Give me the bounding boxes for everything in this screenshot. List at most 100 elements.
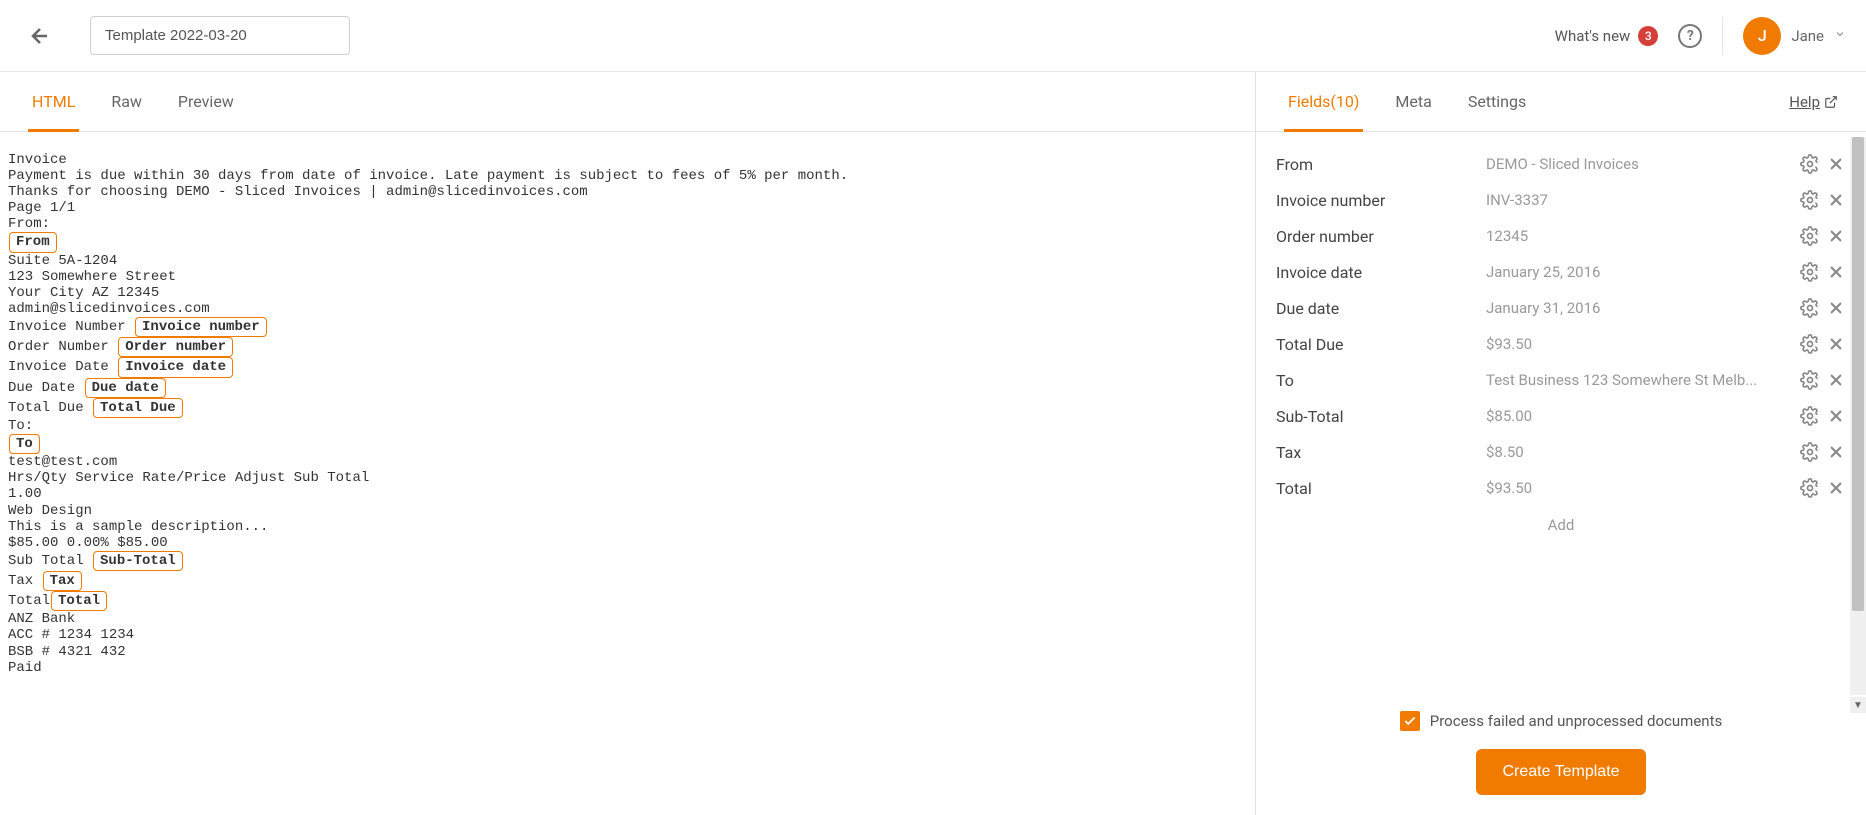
gear-icon[interactable] — [1800, 442, 1820, 462]
close-icon[interactable] — [1826, 190, 1846, 210]
field-row: Sub-Total$85.00 — [1276, 398, 1846, 434]
field-tag-total-due[interactable]: Total Due — [93, 398, 183, 418]
header: What's new 3 ? J Jane — [0, 0, 1866, 72]
scrollbar-down-icon[interactable]: ▼ — [1850, 697, 1866, 713]
field-row: To Test Business 123 Somewhere St Melb... — [1276, 362, 1846, 398]
content-line: Invoice Date Invoice date — [8, 357, 1247, 377]
field-actions — [1800, 442, 1846, 462]
field-tag-tax[interactable]: Tax — [43, 571, 82, 591]
tab-fields[interactable]: Fields(10) — [1284, 72, 1363, 131]
whats-new-link[interactable]: What's new 3 — [1555, 26, 1659, 46]
gear-icon[interactable] — [1800, 190, 1820, 210]
content-line: 1.00 — [8, 486, 1247, 502]
user-menu[interactable]: J Jane — [1722, 17, 1846, 55]
gear-icon[interactable] — [1800, 334, 1820, 354]
field-actions — [1800, 370, 1846, 390]
help-link-label: Help — [1789, 93, 1820, 111]
field-tag-from[interactable]: From — [9, 232, 57, 252]
close-icon[interactable] — [1826, 370, 1846, 390]
content-area[interactable]: Invoice Payment is due within 30 days fr… — [0, 132, 1255, 815]
content-line: This is a sample description... — [8, 519, 1247, 535]
field-label[interactable]: Total Due — [1276, 335, 1476, 354]
field-actions — [1800, 190, 1846, 210]
close-icon[interactable] — [1826, 334, 1846, 354]
field-value: $8.50 — [1486, 443, 1790, 461]
close-icon[interactable] — [1826, 154, 1846, 174]
content-line: To — [8, 434, 1247, 454]
field-tag-sub-total[interactable]: Sub-Total — [93, 551, 183, 571]
field-tag-due-date[interactable]: Due date — [85, 378, 166, 398]
field-actions — [1800, 298, 1846, 318]
chevron-down-icon — [1834, 28, 1846, 44]
field-label[interactable]: Due date — [1276, 299, 1476, 318]
field-value: INV-3337 — [1486, 191, 1790, 209]
tab-settings[interactable]: Settings — [1464, 72, 1530, 131]
external-link-icon — [1824, 95, 1838, 109]
gear-icon[interactable] — [1800, 298, 1820, 318]
field-tag-total[interactable]: Total — [51, 591, 107, 611]
tab-raw[interactable]: Raw — [107, 72, 146, 131]
field-row: Invoice number INV-3337 — [1276, 182, 1846, 218]
field-label[interactable]: Invoice date — [1276, 263, 1476, 282]
gear-icon[interactable] — [1800, 226, 1820, 246]
back-button[interactable] — [20, 16, 60, 56]
template-name-input[interactable] — [90, 16, 350, 55]
footer: Process failed and unprocessed documents… — [1256, 695, 1866, 815]
help-link[interactable]: Help — [1789, 93, 1838, 111]
field-label[interactable]: From — [1276, 155, 1476, 174]
field-label[interactable]: Tax — [1276, 443, 1476, 462]
close-icon[interactable] — [1826, 478, 1846, 498]
field-row: Order number 12345 — [1276, 218, 1846, 254]
field-value: $93.50 — [1486, 335, 1790, 353]
content-line: Due Date Due date — [8, 378, 1247, 398]
create-template-button[interactable]: Create Template — [1476, 749, 1645, 795]
field-label[interactable]: Sub-Total — [1276, 407, 1476, 426]
close-icon[interactable] — [1826, 262, 1846, 282]
left-tabs: HTML Raw Preview — [0, 72, 1255, 132]
gear-icon[interactable] — [1800, 154, 1820, 174]
close-icon[interactable] — [1826, 406, 1846, 426]
content-line: ACC # 1234 1234 — [8, 627, 1247, 643]
tab-meta[interactable]: Meta — [1391, 72, 1435, 131]
tab-html[interactable]: HTML — [28, 72, 79, 131]
gear-icon[interactable] — [1800, 370, 1820, 390]
content-line: Payment is due within 30 days from date … — [8, 168, 1247, 184]
field-row: Due date January 31, 2016 — [1276, 290, 1846, 326]
content-line: Invoice — [8, 152, 1247, 168]
help-icon[interactable]: ? — [1678, 24, 1702, 48]
content-line: To: — [8, 418, 1247, 434]
add-field[interactable]: Add — [1276, 506, 1846, 534]
field-value: 12345 — [1486, 227, 1790, 245]
avatar: J — [1743, 17, 1781, 55]
close-icon[interactable] — [1826, 298, 1846, 318]
content-line: Sub Total Sub-Total — [8, 551, 1247, 571]
field-label[interactable]: Invoice number — [1276, 191, 1476, 210]
scrollbar[interactable] — [1850, 137, 1866, 695]
field-row: Tax $8.50 — [1276, 434, 1846, 470]
close-icon[interactable] — [1826, 226, 1846, 246]
field-actions — [1800, 334, 1846, 354]
field-label[interactable]: To — [1276, 371, 1476, 390]
field-tag-to[interactable]: To — [9, 434, 40, 454]
field-actions — [1800, 226, 1846, 246]
field-value: January 31, 2016 — [1486, 299, 1790, 317]
field-tag-order-number[interactable]: Order number — [118, 337, 233, 357]
process-failed-checkbox[interactable] — [1400, 711, 1420, 731]
tab-preview[interactable]: Preview — [174, 72, 238, 131]
field-label[interactable]: Order number — [1276, 227, 1476, 246]
field-value: DEMO - Sliced Invoices — [1486, 155, 1790, 173]
gear-icon[interactable] — [1800, 262, 1820, 282]
scrollbar-thumb[interactable] — [1852, 137, 1864, 611]
field-tag-invoice-number[interactable]: Invoice number — [135, 317, 267, 337]
field-row: Invoice dateJanuary 25, 2016 — [1276, 254, 1846, 290]
content-line: ANZ Bank — [8, 611, 1247, 627]
content-line: Tax Tax — [8, 571, 1247, 591]
gear-icon[interactable] — [1800, 406, 1820, 426]
field-row: From DEMO - Sliced Invoices — [1276, 146, 1846, 182]
field-value: Test Business 123 Somewhere St Melb... — [1486, 371, 1790, 389]
close-icon[interactable] — [1826, 442, 1846, 462]
header-right: What's new 3 ? J Jane — [1555, 17, 1846, 55]
gear-icon[interactable] — [1800, 478, 1820, 498]
field-tag-invoice-date[interactable]: Invoice date — [118, 357, 233, 377]
field-label[interactable]: Total — [1276, 479, 1476, 498]
